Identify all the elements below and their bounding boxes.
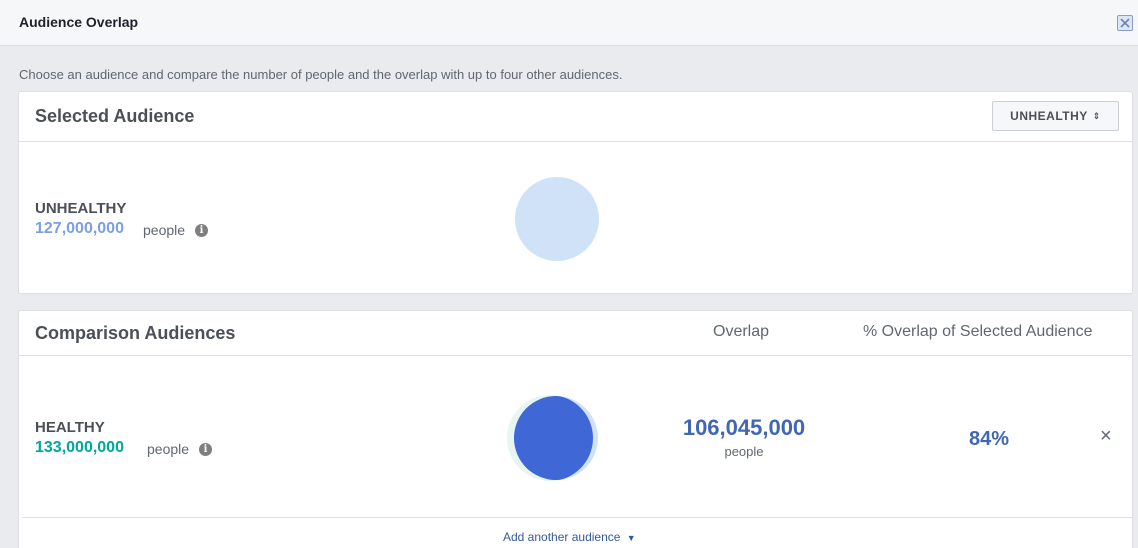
selected-people-label: people xyxy=(143,222,186,238)
add-audience-label: Add another audience xyxy=(503,530,621,544)
add-another-audience-button[interactable]: Add another audience ▼ xyxy=(503,530,636,544)
comparison-header: Comparison Audiences Overlap % Overlap o… xyxy=(19,311,1132,356)
dialog-description: Choose an audience and compare the numbe… xyxy=(19,67,623,82)
comparison-people-label: people xyxy=(147,441,190,457)
selected-audience-heading: Selected Audience xyxy=(35,106,195,126)
dropdown-value: UNHEALTHY xyxy=(1010,109,1088,123)
divider xyxy=(22,517,1132,518)
overlap-venn-diagram xyxy=(507,395,598,481)
selected-audience-header: Selected Audience UNHEALTHY ⇕ xyxy=(19,92,1132,142)
dialog-titlebar: Audience Overlap xyxy=(0,0,1138,46)
overlap-count: 106,045,000 xyxy=(682,415,806,440)
remove-audience-icon[interactable]: × xyxy=(1100,425,1112,448)
overlap-percentage: 84% xyxy=(968,428,1010,450)
dialog-title: Audience Overlap xyxy=(19,14,139,30)
overlap-people-label: people xyxy=(724,444,764,459)
selected-audience-name: UNHEALTHY xyxy=(35,200,127,217)
close-icon[interactable] xyxy=(1117,15,1133,31)
comparison-audience-count: 133,000,000 xyxy=(35,439,124,456)
info-icon[interactable]: i xyxy=(199,443,212,456)
audience-select-dropdown[interactable]: UNHEALTHY ⇕ xyxy=(992,101,1119,131)
selected-audience-count: 127,000,000 xyxy=(35,220,124,237)
comparison-audiences-card: Comparison Audiences Overlap % Overlap o… xyxy=(18,310,1133,548)
sort-arrows-icon: ⇕ xyxy=(1092,110,1101,121)
selected-audience-circle xyxy=(515,177,599,261)
info-icon[interactable]: i xyxy=(195,224,208,237)
overlap-column-header: Overlap xyxy=(713,323,770,340)
comparison-audience-name: HEALTHY xyxy=(35,419,105,436)
comparison-heading: Comparison Audiences xyxy=(35,323,236,343)
caret-down-icon: ▼ xyxy=(626,533,636,543)
pct-overlap-column-header: % Overlap of Selected Audience xyxy=(863,323,1093,340)
selected-audience-card: Selected Audience UNHEALTHY ⇕ UNHEALTHY … xyxy=(18,91,1133,294)
